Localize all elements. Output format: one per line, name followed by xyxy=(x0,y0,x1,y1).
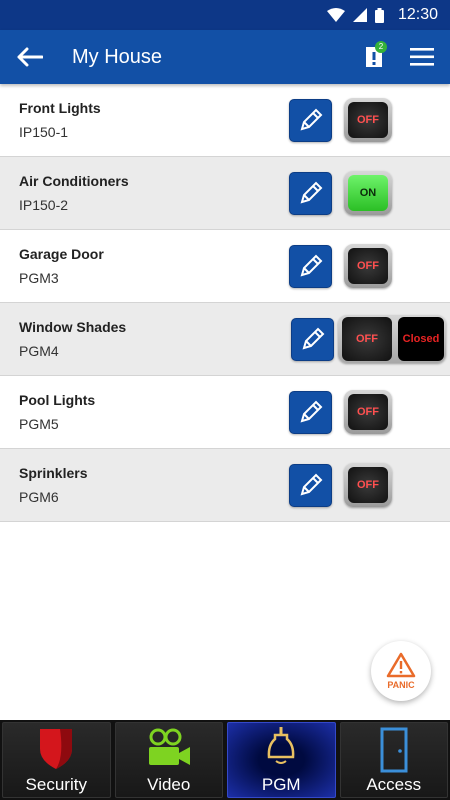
back-arrow-icon xyxy=(17,47,43,67)
device-list: Front Lights IP150-1 OFF Air Conditioner… xyxy=(0,84,450,522)
notifications-button[interactable]: 2 xyxy=(354,30,394,84)
shield-icon xyxy=(40,729,73,769)
tab-pgm[interactable]: PGM xyxy=(227,722,336,798)
device-info: Pool Lights PGM5 xyxy=(0,392,289,432)
device-name: Garage Door xyxy=(19,246,104,262)
device-id: PGM3 xyxy=(19,270,59,286)
power-toggle[interactable]: OFF xyxy=(342,317,392,361)
device-id: PGM5 xyxy=(19,416,59,432)
tab-label: PGM xyxy=(261,775,301,794)
app-bar: My House 2 xyxy=(0,30,450,84)
tab-label: Access xyxy=(366,775,422,794)
list-item: Front Lights IP150-1 OFF xyxy=(0,84,450,157)
wifi-icon xyxy=(326,8,345,22)
toggle-state: OFF xyxy=(348,394,388,430)
edit-button[interactable] xyxy=(289,98,332,142)
page-title: My House xyxy=(72,45,163,68)
edit-button[interactable] xyxy=(291,317,334,361)
pencil-icon xyxy=(300,473,322,496)
edit-button[interactable] xyxy=(289,244,332,288)
tab-video[interactable]: Video xyxy=(114,722,223,798)
power-toggle[interactable]: OFF xyxy=(344,98,392,142)
device-name: Air Conditioners xyxy=(19,173,129,189)
back-button[interactable] xyxy=(0,30,60,84)
toggle-state: OFF xyxy=(348,248,388,284)
list-item: Air Conditioners IP150-2 ON xyxy=(0,157,450,230)
edit-button[interactable] xyxy=(289,171,332,215)
edit-button[interactable] xyxy=(289,463,332,507)
device-id: IP150-2 xyxy=(19,197,69,213)
device-info: Window Shades PGM4 xyxy=(0,319,291,359)
list-item: Window Shades PGM4 OFF Closed xyxy=(0,303,450,376)
bottom-nav: Security Video PGM Access xyxy=(0,720,450,800)
shade-status-badge: Closed xyxy=(398,317,444,361)
tab-security[interactable]: Security xyxy=(2,722,111,798)
device-name: Front Lights xyxy=(19,100,101,116)
list-item: Garage Door PGM3 OFF xyxy=(0,230,450,303)
notification-badge: 2 xyxy=(375,41,387,53)
device-info: Sprinklers PGM6 xyxy=(0,465,289,505)
pencil-icon xyxy=(300,254,322,277)
power-toggle[interactable]: OFF xyxy=(344,390,392,434)
status-bar: 12:30 xyxy=(0,0,450,30)
device-info: Front Lights IP150-1 xyxy=(0,100,289,140)
tab-access[interactable]: Access xyxy=(339,722,448,798)
video-camera-icon xyxy=(148,728,190,765)
device-id: IP150-1 xyxy=(19,124,69,140)
edit-button[interactable] xyxy=(289,390,332,434)
panic-label: PANIC xyxy=(387,680,415,690)
toggle-state: OFF xyxy=(348,467,388,503)
hamburger-menu-icon xyxy=(410,48,434,66)
menu-button[interactable] xyxy=(394,30,450,84)
device-name: Pool Lights xyxy=(19,392,96,408)
pencil-icon xyxy=(300,181,322,204)
device-info: Air Conditioners IP150-2 xyxy=(0,173,289,213)
pencil-icon xyxy=(302,327,324,350)
battery-icon xyxy=(374,7,384,23)
shade-control-group: OFF Closed xyxy=(338,315,446,363)
device-name: Window Shades xyxy=(19,319,127,335)
power-toggle[interactable]: ON xyxy=(344,171,392,215)
warning-triangle-icon xyxy=(386,652,416,678)
pencil-icon xyxy=(300,400,322,423)
list-item: Sprinklers PGM6 OFF xyxy=(0,449,450,522)
device-info: Garage Door PGM3 xyxy=(0,246,289,286)
device-name: Sprinklers xyxy=(19,465,88,481)
panic-button[interactable]: PANIC xyxy=(371,641,431,701)
signal-icon xyxy=(352,8,367,22)
clock: 12:30 xyxy=(397,6,438,23)
toggle-state: OFF xyxy=(342,317,392,361)
power-toggle[interactable]: OFF xyxy=(344,463,392,507)
light-bulb-icon xyxy=(267,727,295,764)
toggle-state: ON xyxy=(348,175,388,211)
tab-label: Video xyxy=(147,775,191,794)
device-id: PGM4 xyxy=(19,343,59,359)
toggle-state: OFF xyxy=(348,102,388,138)
tab-label: Security xyxy=(25,775,87,794)
door-icon xyxy=(380,727,408,773)
device-id: PGM6 xyxy=(19,489,59,505)
list-item: Pool Lights PGM5 OFF xyxy=(0,376,450,449)
pencil-icon xyxy=(300,108,322,131)
power-toggle[interactable]: OFF xyxy=(344,244,392,288)
